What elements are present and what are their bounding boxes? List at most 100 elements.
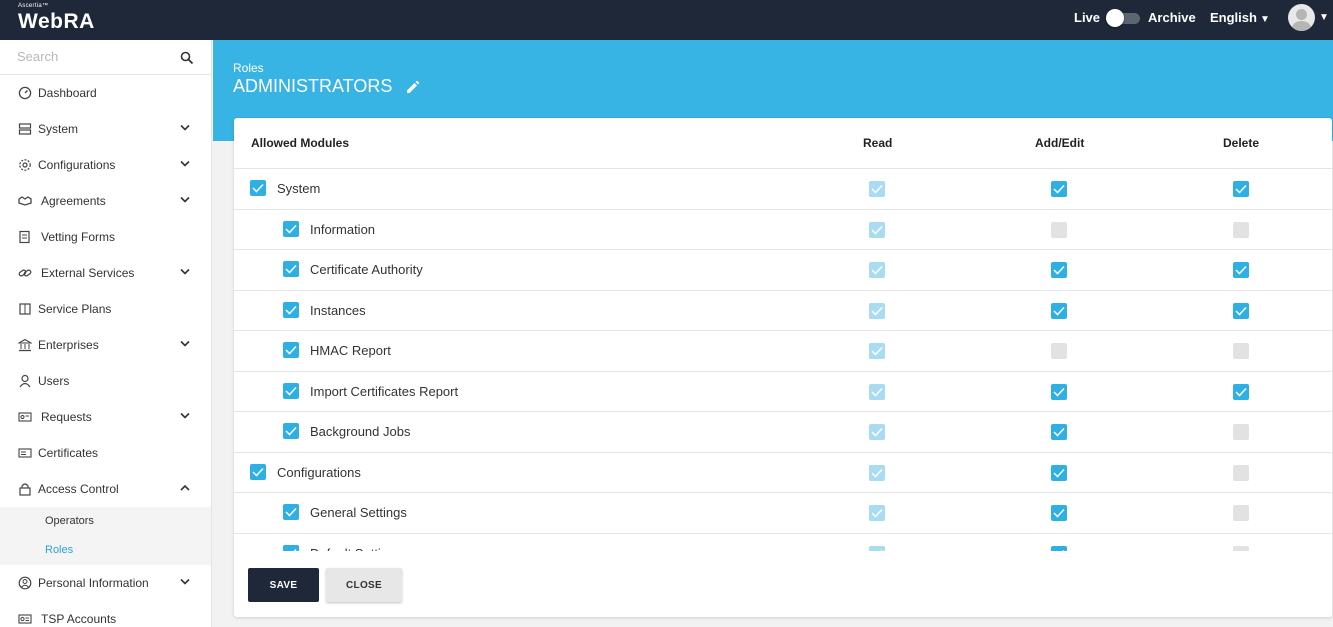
add-edit-checkbox[interactable] [1051, 464, 1067, 481]
link-icon [18, 269, 32, 277]
save-button[interactable]: SAVE [248, 568, 319, 602]
edit-pencil-icon[interactable] [406, 80, 420, 94]
search-input[interactable] [17, 49, 167, 64]
certificate-icon [18, 448, 32, 458]
module-checkbox[interactable] [283, 301, 299, 318]
chevron-up-icon[interactable] [180, 484, 190, 492]
avatar[interactable] [1288, 4, 1315, 31]
mode-archive-label: Archive [1148, 10, 1196, 25]
add-edit-checkbox[interactable] [1051, 302, 1067, 319]
caret-down-icon: ▼ [1259, 14, 1270, 25]
sidebar-item-personal-information[interactable]: Personal Information [0, 565, 211, 601]
module-label: Import Certificates Report [310, 383, 459, 399]
table-row: Certificate Authority [234, 250, 1332, 291]
delete-checkbox[interactable] [1233, 383, 1249, 400]
chevron-down-icon[interactable] [180, 124, 190, 132]
chevron-down-icon[interactable] [180, 268, 190, 276]
sidebar-item-enterprises[interactable]: Enterprises [0, 327, 211, 363]
add-edit-checkbox[interactable] [1051, 181, 1067, 197]
module-checkbox[interactable] [283, 220, 299, 237]
sidebar-item-label: Configurations [38, 158, 116, 172]
sidebar-item-label: External Services [41, 266, 135, 280]
page-title-wrap: ADMINISTRATORS [233, 76, 420, 97]
table-row: Instances [234, 291, 1332, 331]
sidebar-subitem-roles[interactable]: Roles [0, 536, 211, 565]
chevron-down-icon[interactable] [180, 160, 190, 168]
add-edit-checkbox[interactable] [1051, 262, 1067, 278]
chevron-down-icon[interactable] [180, 412, 190, 420]
sidebar-item-vetting-forms[interactable]: Vetting Forms [0, 219, 211, 255]
logo[interactable]: Ascertia™ WebRA [18, 3, 95, 33]
module-label: General Settings [310, 505, 407, 520]
delete-checkbox[interactable] [1233, 262, 1249, 278]
sidebar-item-agreements[interactable]: Agreements [0, 183, 211, 219]
sidebar-item-system[interactable]: System [0, 111, 211, 147]
delete-checkbox[interactable] [1233, 424, 1249, 440]
chevron-down-icon[interactable] [180, 340, 190, 348]
read-checkbox [869, 181, 885, 197]
delete-checkbox[interactable] [1233, 302, 1249, 319]
sidebar-item-configurations[interactable]: Configurations [0, 147, 211, 183]
close-button[interactable]: CLOSE [326, 568, 402, 602]
module-label: Configurations [277, 464, 361, 480]
delete-checkbox[interactable] [1233, 505, 1249, 521]
add-edit-checkbox[interactable] [1051, 343, 1067, 359]
sidebar-search [0, 40, 211, 75]
lock-icon [19, 483, 31, 496]
sidebar-item-service-plans[interactable]: Service Plans [0, 291, 211, 327]
sidebar-item-label: System [38, 122, 79, 136]
add-edit-checkbox[interactable] [1051, 424, 1067, 440]
account-icon [18, 614, 32, 624]
module-checkbox[interactable] [283, 342, 299, 358]
sidebar-item-label: Requests [41, 410, 92, 424]
read-checkbox [869, 262, 885, 278]
sidebar-subitem-operators[interactable]: Operators [0, 507, 211, 536]
delete-checkbox[interactable] [1233, 343, 1249, 359]
live-archive-toggle[interactable] [1106, 8, 1141, 27]
module-checkbox[interactable] [283, 504, 299, 520]
sidebar-item-external-services[interactable]: External Services [0, 255, 211, 291]
permissions-table-body[interactable]: System Information Certificate Authority In… [234, 169, 1332, 551]
user-menu-caret-icon[interactable]: ▼ [1319, 12, 1329, 23]
sidebar-item-label: Users [38, 374, 70, 388]
module-checkbox[interactable] [283, 382, 299, 399]
module-checkbox[interactable] [250, 180, 266, 196]
access-control-submenu: Operators Roles [0, 507, 211, 565]
sidebar-item-dashboard[interactable]: Dashboard [0, 75, 211, 111]
sidebar-item-tsp-accounts[interactable]: TSP Accounts [0, 601, 211, 627]
language-selector[interactable]: English ▼ [1210, 10, 1270, 25]
chevron-down-icon[interactable] [180, 196, 190, 204]
table-header: Allowed Modules Read Add/Edit Delete [234, 118, 1332, 169]
read-checkbox [869, 424, 885, 440]
sidebar-item-access-control[interactable]: Access Control [0, 471, 211, 507]
add-edit-checkbox[interactable] [1051, 383, 1067, 400]
delete-checkbox[interactable] [1233, 181, 1249, 197]
add-edit-checkbox[interactable] [1051, 505, 1067, 521]
sidebar-item-certificates[interactable]: Certificates [0, 435, 211, 471]
search-icon[interactable] [180, 51, 194, 65]
server-icon [18, 123, 32, 135]
delete-checkbox[interactable] [1233, 464, 1249, 481]
top-bar: Ascertia™ WebRA Live Archive English ▼ ▼ [0, 0, 1333, 40]
add-edit-checkbox[interactable] [1051, 221, 1067, 238]
breadcrumb[interactable]: Roles [233, 61, 264, 75]
sidebar-item-requests[interactable]: Requests [0, 399, 211, 435]
module-checkbox[interactable] [283, 423, 299, 439]
module-label: System [277, 181, 321, 196]
dashboard-icon [18, 86, 32, 100]
table-row: Information [234, 210, 1332, 250]
read-checkbox [869, 464, 885, 481]
delete-checkbox[interactable] [1233, 221, 1249, 238]
bank-icon [18, 338, 32, 352]
module-checkbox[interactable] [283, 261, 299, 277]
module-label: Information [310, 221, 376, 237]
user-icon [19, 374, 31, 388]
module-checkbox[interactable] [250, 463, 266, 480]
sidebar-subitem-label: Roles [45, 544, 74, 556]
sidebar-item-label: Enterprises [38, 338, 99, 352]
requests-icon [18, 412, 32, 422]
sidebar-item-users[interactable]: Users [0, 363, 211, 399]
header-add-edit: Add/Edit [1035, 136, 1085, 150]
chevron-down-icon[interactable] [180, 578, 190, 586]
mode-switch: Live Archive [1074, 8, 1196, 27]
